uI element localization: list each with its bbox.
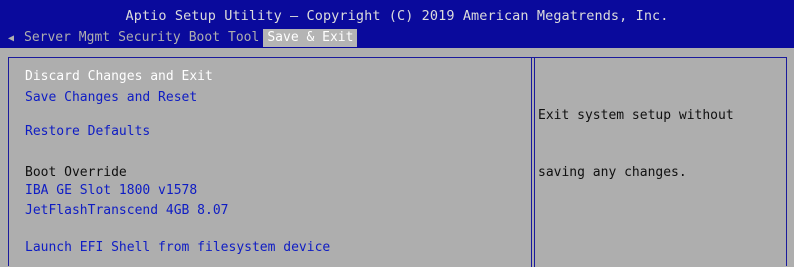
content-frame: Discard Changes and Exit Save Changes an… — [8, 57, 787, 267]
help-text-line: saving any changes. — [538, 165, 687, 180]
restore-defaults-item[interactable]: Restore Defaults — [25, 123, 150, 141]
panel-divider-inner — [534, 58, 535, 267]
help-text-line: Exit system setup without — [538, 108, 734, 123]
left-arrow-icon[interactable]: ◀ — [8, 33, 20, 44]
boot-option-iba-ge[interactable]: IBA GE Slot 1800 v1578 — [25, 182, 197, 200]
app-title: Aptio Setup Utility – Copyright (C) 2019… — [125, 8, 669, 24]
tab-tool[interactable]: Tool — [224, 29, 263, 47]
tab-bar: ◀ Server Mgmt Security Boot Tool Save & … — [8, 29, 358, 47]
tab-security[interactable]: Security — [114, 29, 185, 47]
launch-efi-shell-item[interactable]: Launch EFI Shell from filesystem device — [25, 239, 330, 257]
help-panel: Exit system setup without saving any cha… — [538, 68, 734, 220]
tab-boot[interactable]: Boot — [185, 29, 224, 47]
panel-divider — [531, 58, 532, 267]
discard-changes-exit-item[interactable]: Discard Changes and Exit — [25, 68, 213, 86]
tab-save-exit[interactable]: Save & Exit — [263, 29, 358, 47]
title-bar: Aptio Setup Utility – Copyright (C) 2019… — [0, 0, 794, 48]
save-changes-reset-item[interactable]: Save Changes and Reset — [25, 89, 197, 107]
tab-server-mgmt[interactable]: Server Mgmt — [20, 29, 114, 47]
boot-override-heading: Boot Override — [25, 165, 127, 180]
boot-option-jetflash[interactable]: JetFlashTranscend 4GB 8.07 — [25, 202, 229, 220]
